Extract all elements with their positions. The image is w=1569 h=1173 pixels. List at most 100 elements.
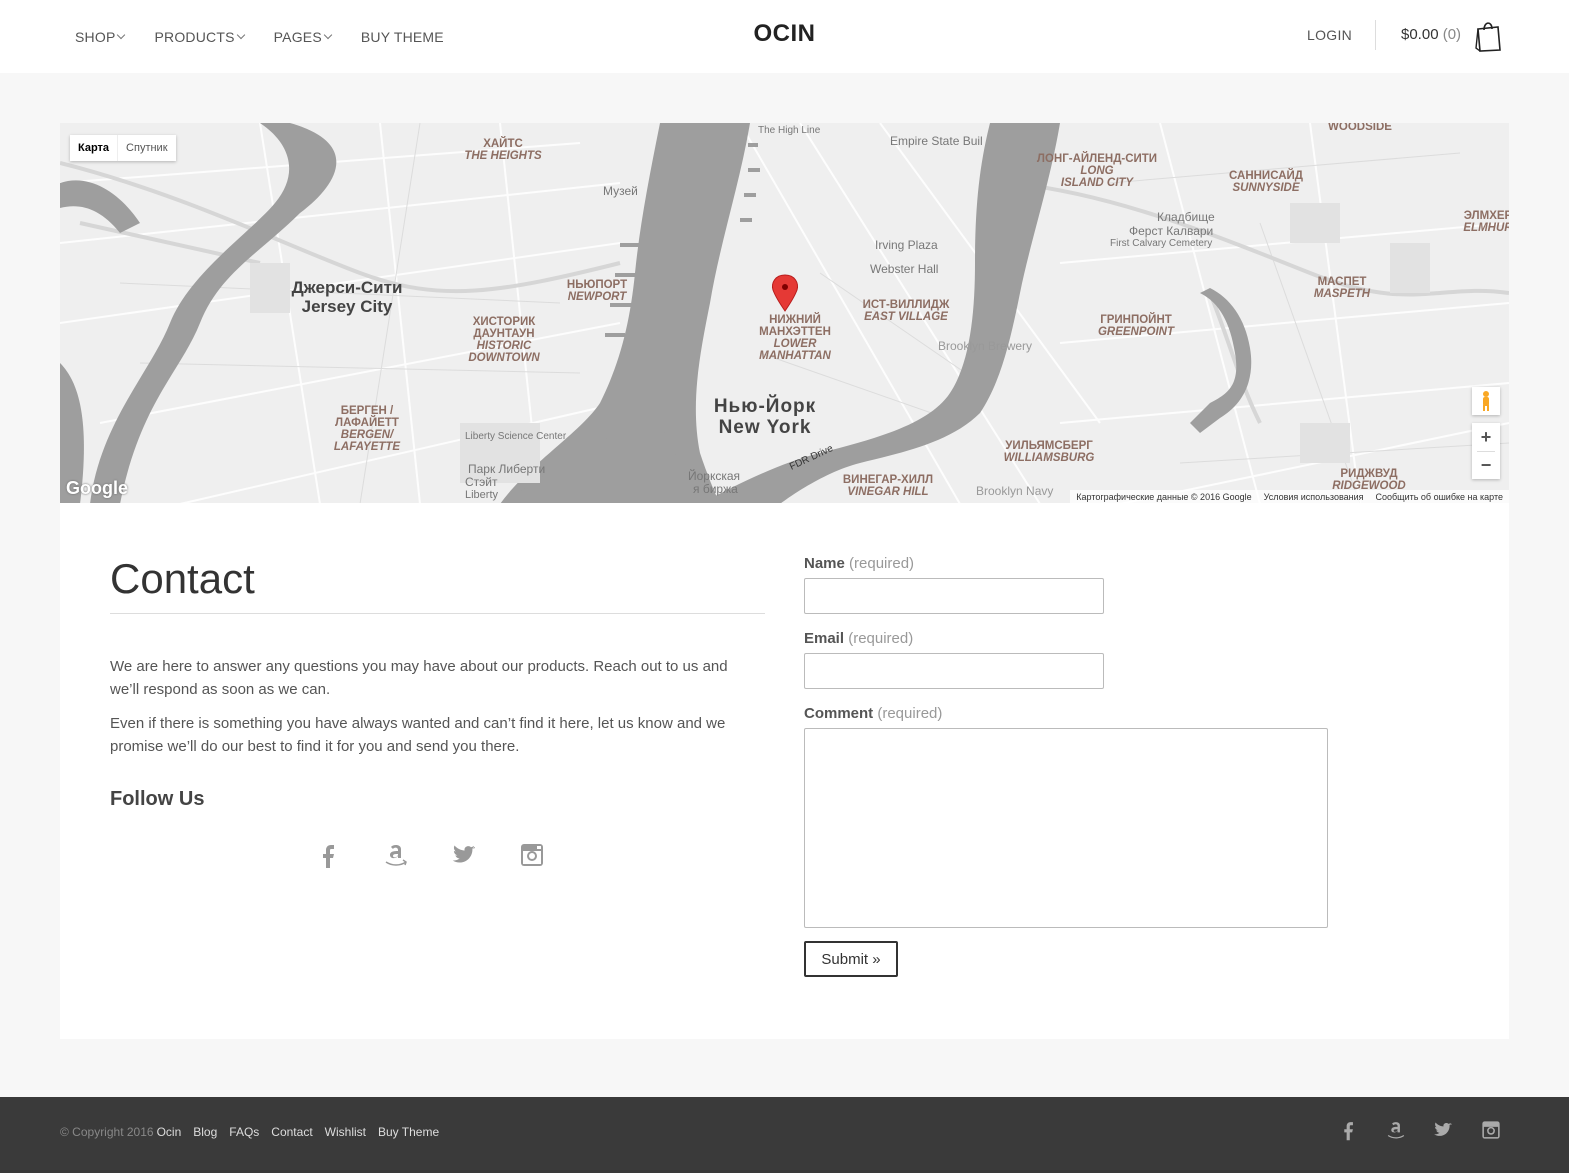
name-field[interactable] [804, 578, 1104, 614]
nav-buy-theme[interactable]: BUY THEME [361, 29, 444, 45]
map-label-ev-ru: ИСТ-ВИЛЛИДЖ [863, 299, 950, 311]
instagram-icon[interactable] [1480, 1119, 1502, 1141]
amazon-icon[interactable] [382, 841, 410, 869]
location-map[interactable]: Джерси-Сити Jersey City Нью-Йорк New Yor… [60, 123, 1509, 504]
map-type-control: Карта Спутник [70, 135, 176, 161]
map-label-bergen-en-2: LAFAYETTE [334, 441, 401, 453]
map-terms-link[interactable]: Условия использования [1264, 492, 1364, 502]
email-field[interactable] [804, 653, 1104, 689]
comment-field[interactable] [804, 728, 1328, 928]
map-label-irving: Irving Plaza [875, 238, 938, 252]
facebook-icon[interactable] [1338, 1119, 1360, 1141]
nav-shop-label: SHOP [75, 28, 116, 45]
map-label-hd-ru-2: ДАУНТАУН [473, 328, 534, 340]
map-report-link[interactable]: Сообщить об ошибке на карте [1376, 492, 1503, 502]
chevron-down-icon [117, 30, 126, 39]
map-label-heights-en: THE HEIGHTS [464, 150, 542, 162]
map-label-liberty-park-2: Стэйт [465, 475, 498, 489]
email-label: Email (required) [804, 630, 913, 647]
footer-link-blog[interactable]: Blog [193, 1125, 217, 1139]
login-link[interactable]: LOGIN [1307, 27, 1352, 43]
twitter-icon[interactable] [1432, 1119, 1454, 1141]
street-view-pegman-icon[interactable] [1472, 387, 1500, 415]
map-label-newport-en: NEWPORT [568, 291, 628, 303]
site-footer: © Copyright 2016 Ocin Blog FAQs Contact … [0, 1097, 1569, 1173]
cart-summary[interactable]: $0.00 (0) [1401, 26, 1461, 43]
nav-shop[interactable]: SHOP [75, 28, 126, 45]
map-label-brooklyn-navy: Brooklyn Navy [976, 484, 1053, 498]
comment-required-text: (required) [877, 705, 943, 722]
map-label-maspeth-en: MASPETH [1314, 288, 1371, 300]
map-label-esb: Empire State Buil [890, 134, 983, 148]
map-label-elmh-ru: ЭЛМХЕР [1464, 210, 1509, 222]
chevron-down-icon [323, 30, 333, 39]
map-label-high-line: The High Line [758, 125, 821, 136]
facebook-icon[interactable] [315, 841, 343, 869]
footer-links: © Copyright 2016 Ocin Blog FAQs Contact … [60, 1125, 439, 1139]
footer-link-contact[interactable]: Contact [271, 1125, 312, 1139]
footer-link-faqs[interactable]: FAQs [229, 1125, 259, 1139]
map-label-lower-en-1: LOWER [774, 338, 817, 350]
nav-pages-label: PAGES [273, 28, 322, 45]
cart-total: $0.00 [1401, 26, 1439, 43]
cart-count: (0) [1442, 26, 1462, 43]
map-label-vh-ru: ВИНЕГАР-ХИЛЛ [843, 474, 933, 486]
map-label-brewery: Brooklyn Brewery [938, 339, 1032, 353]
email-label-text: Email [804, 630, 845, 647]
title-divider [110, 613, 765, 614]
map-label-calvary-ru2: Ферст Калвари [1129, 224, 1213, 238]
map-label-bergen-en-1: BERGEN/ [341, 429, 395, 441]
instagram-icon[interactable] [518, 841, 546, 869]
map-label-sunny-ru: САННИСАЙД [1229, 169, 1303, 182]
map-label-wb-ru: УИЛЬЯМСБЕРГ [1005, 440, 1093, 452]
site-header: SHOP PRODUCTS PAGES BUY THEME OCIN LOGIN… [0, 0, 1569, 73]
chevron-down-icon [236, 30, 245, 39]
follow-us-heading: Follow Us [110, 788, 205, 810]
map-label-bergen-ru-2: ЛАФАЙЕТТ [335, 416, 399, 429]
footer-brand-link[interactable]: Ocin [157, 1125, 182, 1139]
map-label-ny-en: New York [719, 417, 812, 438]
zoom-control: + − [1472, 423, 1500, 479]
twitter-icon[interactable] [450, 841, 478, 869]
map-label-museum: Музей [603, 184, 638, 198]
name-label-text: Name [804, 555, 845, 572]
map-label-lower-en-2: MANHATTAN [759, 350, 831, 362]
map-label-wb-en: WILLIAMSBURG [1004, 452, 1095, 464]
map-label-hd-en-2: DOWNTOWN [468, 352, 540, 364]
contact-card: Contact We are here to answer any questi… [60, 503, 1509, 1039]
map-label-hd-ru-1: ХИСТОРИК [473, 316, 537, 328]
footer-link-buy-theme[interactable]: Buy Theme [378, 1125, 439, 1139]
map-label-liberty-sc: Liberty Science Center [465, 431, 567, 442]
zoom-in-button[interactable]: + [1472, 423, 1500, 451]
map-label-green-ru: ГРИНПОЙНТ [1100, 313, 1172, 326]
map-label-exchange-1: Йоркская [688, 468, 740, 483]
map-label-elmh-en: ELMHUR [1463, 222, 1509, 234]
page-title: Contact [110, 555, 255, 602]
map-label-vh-en: VINEGAR HILL [847, 486, 928, 498]
nav-pages[interactable]: PAGES [273, 28, 333, 45]
map-label-ridge-ru: РИДЖВУД [1340, 468, 1397, 480]
footer-link-wishlist[interactable]: Wishlist [325, 1125, 366, 1139]
submit-button[interactable]: Submit » [804, 941, 898, 977]
map-label-lic-en-1: LONG [1080, 165, 1113, 177]
amazon-icon[interactable] [1385, 1119, 1407, 1141]
nav-products[interactable]: PRODUCTS [154, 28, 245, 45]
map-label-lower-ru-1: НИЖНИЙ [769, 313, 821, 326]
map-label-liberty-park-3: Liberty [465, 489, 499, 501]
map-type-map-button[interactable]: Карта [70, 135, 117, 161]
google-logo[interactable]: Google [66, 478, 128, 499]
zoom-out-button[interactable]: − [1472, 451, 1500, 479]
map-type-satellite-button[interactable]: Спутник [117, 135, 175, 161]
nav-products-label: PRODUCTS [154, 28, 235, 45]
map-label-lic-en-2: ISLAND CITY [1061, 177, 1135, 189]
map-label-webster: Webster Hall [870, 262, 938, 276]
email-required-text: (required) [848, 630, 914, 647]
map-data-credit: Картографические данные © 2016 Google [1076, 492, 1252, 502]
map-label-jersey-en: Jersey City [302, 297, 393, 316]
comment-label-text: Comment [804, 705, 874, 722]
shopping-bag-icon[interactable] [1474, 18, 1502, 52]
map-attribution: Картографические данные © 2016 Google Ус… [1070, 490, 1509, 504]
map-label-maspeth-ru: МАСПЕТ [1318, 276, 1367, 288]
map-label-exchange-2: я биржа [693, 482, 738, 496]
comment-label: Comment (required) [804, 705, 942, 722]
